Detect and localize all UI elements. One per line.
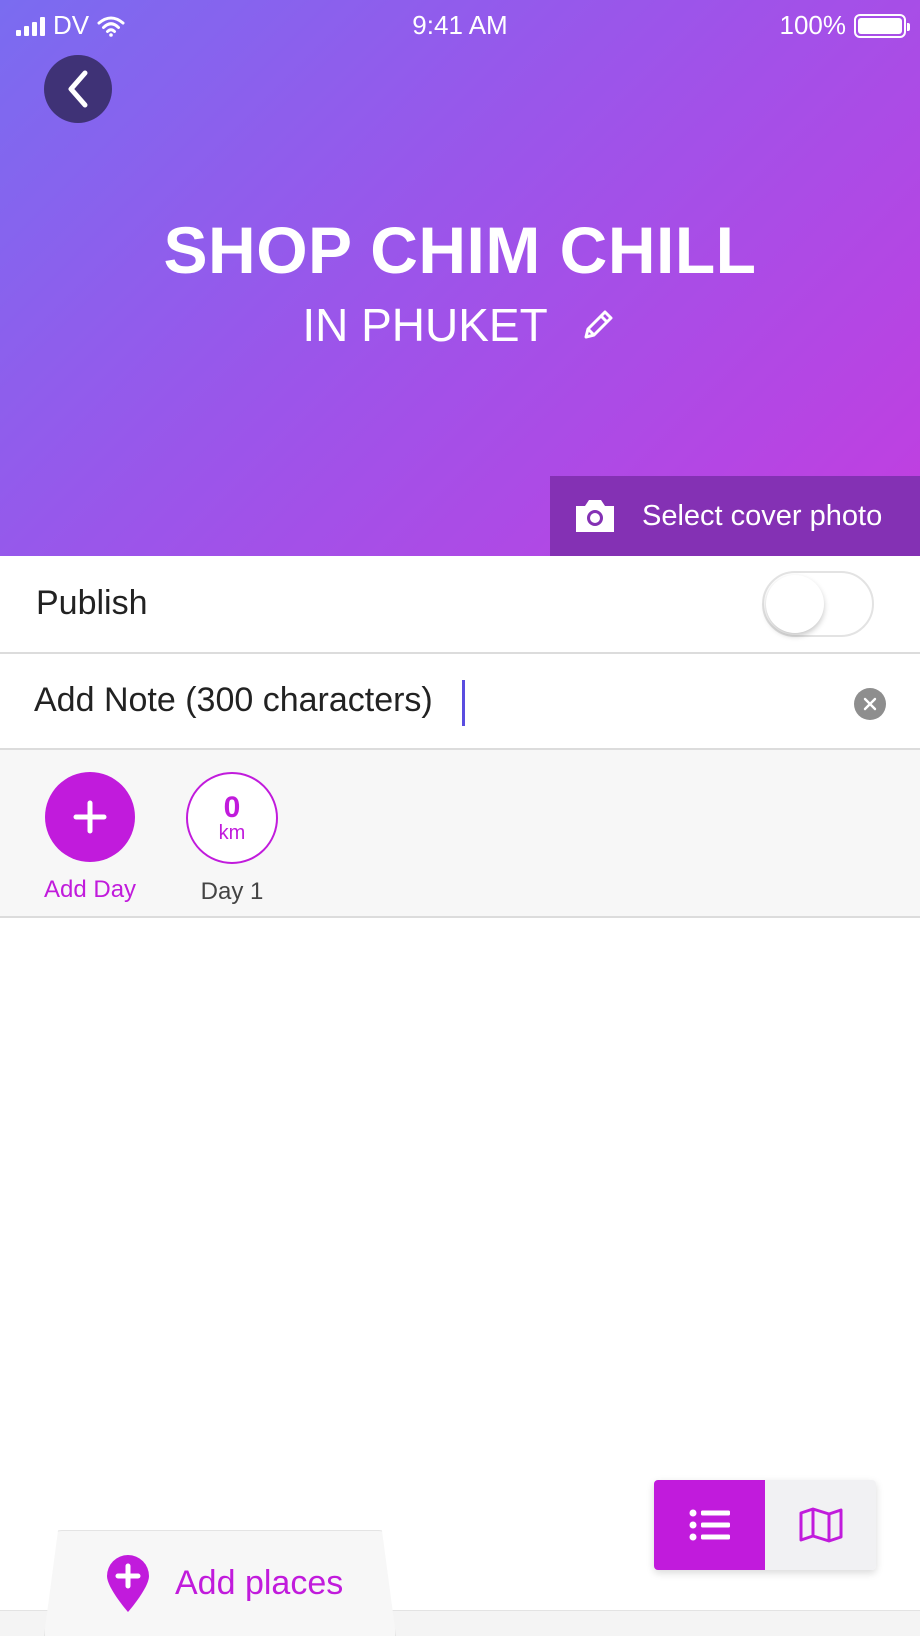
chevron-left-icon [68, 70, 88, 108]
publish-row: Publish [0, 556, 920, 654]
trip-subtitle: IN PHUKET [302, 299, 548, 351]
day-distance-unit: km [218, 822, 246, 844]
add-day-circle [45, 772, 136, 862]
map-icon [799, 1507, 842, 1543]
map-view-button[interactable] [765, 1480, 876, 1570]
status-bar: DV 9:41 AM 100% [0, 0, 920, 48]
add-places-label: Add places [175, 1564, 344, 1602]
select-cover-photo-button[interactable]: Select cover photo [550, 476, 920, 556]
text-caret [462, 680, 465, 726]
select-cover-photo-label: Select cover photo [642, 499, 883, 532]
note-row [0, 654, 920, 750]
battery-percent: 100% [779, 10, 847, 40]
day-label: Day 1 [200, 878, 264, 905]
trip-subtitle-row: IN PHUKET [0, 298, 920, 352]
view-switch [654, 1480, 876, 1570]
publish-toggle-knob [766, 575, 824, 633]
list-icon [689, 1509, 730, 1541]
day-item[interactable]: 0 km Day 1 [186, 772, 278, 906]
add-day-button[interactable]: Add Day [44, 772, 136, 904]
days-strip: Add Day 0 km Day 1 [0, 750, 920, 918]
map-pin-plus-icon [107, 1554, 149, 1612]
add-day-label: Add Day [44, 876, 137, 903]
close-icon [863, 697, 877, 711]
clear-note-button[interactable] [854, 688, 886, 720]
status-right: 100% [779, 10, 910, 41]
publish-toggle[interactable] [762, 571, 874, 637]
trip-title: SHOP CHIM CHILL [163, 213, 757, 287]
list-view-button[interactable] [654, 1480, 765, 1570]
plus-icon [73, 800, 107, 834]
publish-label: Publish [36, 584, 148, 622]
day-distance-circle: 0 km [186, 772, 278, 864]
note-input[interactable] [34, 674, 814, 726]
add-places-button[interactable]: Add places [44, 1530, 396, 1636]
back-button[interactable] [44, 55, 112, 123]
battery-icon [854, 13, 910, 38]
camera-icon [576, 500, 614, 532]
cover-header: DV 9:41 AM 100% SHOP CHIM CHILL IN PHUKE… [0, 0, 920, 556]
pencil-icon[interactable] [578, 305, 618, 345]
day-distance-value: 0 [223, 791, 241, 824]
